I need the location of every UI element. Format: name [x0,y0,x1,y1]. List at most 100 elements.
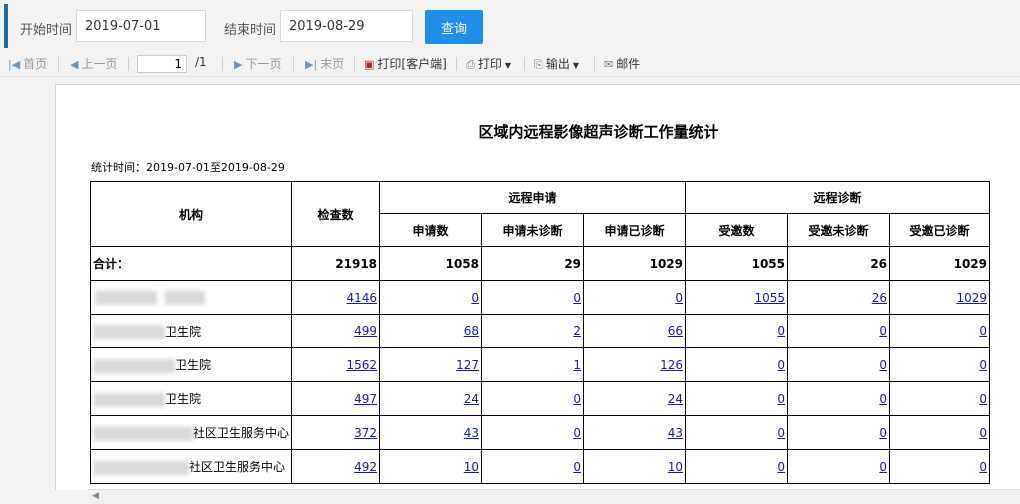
value-cell[interactable]: 499 [291,314,381,348]
page-number-input[interactable] [137,55,187,73]
value-link[interactable]: 0 [675,291,683,305]
export-button[interactable]: ⎘ 输出 ▼ [534,55,579,73]
value-link[interactable]: 0 [979,358,987,372]
value-link[interactable]: 499 [354,324,377,338]
prev-page-button[interactable]: ◀ 上一页 [70,55,117,73]
value-link[interactable]: 0 [573,426,581,440]
value-cell[interactable]: 68 [379,314,483,348]
value-cell[interactable]: 10 [379,449,483,484]
value-cell[interactable]: 0 [787,314,891,348]
value-cell[interactable]: 0 [889,415,991,450]
value-link[interactable]: 24 [668,392,683,406]
value-cell[interactable]: 4146 [291,280,381,315]
start-date-input[interactable] [76,10,206,42]
value-link[interactable]: 0 [879,426,887,440]
value-link[interactable]: 0 [777,392,785,406]
value-link[interactable]: 0 [979,426,987,440]
value-cell[interactable]: 0 [787,449,891,484]
value-cell[interactable]: 0 [889,381,991,416]
value-cell[interactable]: 0 [889,314,991,348]
value-cell[interactable]: 1029 [889,280,991,315]
value-link[interactable]: 497 [354,392,377,406]
value-cell[interactable]: 26 [787,280,891,315]
value-link[interactable]: 372 [354,426,377,440]
value-cell[interactable]: 0 [787,415,891,450]
value-cell[interactable]: 0 [481,280,585,315]
value-cell[interactable]: 0 [685,381,789,416]
value-cell[interactable]: 24 [583,381,687,416]
value-link[interactable]: 0 [777,358,785,372]
print-button[interactable]: ⎙ 打印 ▼ [466,55,511,73]
value-link[interactable]: 1055 [754,291,785,305]
value-link[interactable]: 0 [979,460,987,474]
value-link[interactable]: 0 [573,392,581,406]
value-link[interactable]: 0 [573,460,581,474]
value-link[interactable]: 1 [573,358,581,372]
value-link[interactable]: 0 [573,291,581,305]
value-link[interactable]: 0 [879,392,887,406]
horizontal-scrollbar[interactable]: ◀ [88,489,1020,504]
first-page-button[interactable]: |◀ 首页 [8,55,47,73]
value-link[interactable]: 0 [471,291,479,305]
value-cell[interactable]: 497 [291,381,381,416]
value-link[interactable]: 4146 [346,291,377,305]
value-link[interactable]: 2 [573,324,581,338]
value-cell[interactable]: 0 [787,381,891,416]
value-link[interactable]: 0 [777,460,785,474]
value-link[interactable]: 10 [668,460,683,474]
value-link[interactable]: 43 [668,426,683,440]
scroll-left-icon[interactable]: ◀ [92,491,99,501]
value-cell[interactable]: 10 [583,449,687,484]
mail-button[interactable]: ✉ 邮件 [604,55,640,73]
value-link[interactable]: 24 [464,392,479,406]
value-link[interactable]: 68 [464,324,479,338]
redacted-block [93,426,193,441]
value-link[interactable]: 126 [660,358,683,372]
value-cell[interactable]: 0 [481,449,585,484]
last-page-button[interactable]: ▶| 末页 [305,55,344,73]
value-cell[interactable]: 0 [889,449,991,484]
value-link[interactable]: 0 [879,460,887,474]
value-cell[interactable]: 0 [685,449,789,484]
value-cell[interactable]: 66 [583,314,687,348]
value-link[interactable]: 66 [668,324,683,338]
value-cell[interactable]: 0 [481,381,585,416]
value-link[interactable]: 0 [879,358,887,372]
value-link[interactable]: 492 [354,460,377,474]
value-cell[interactable]: 0 [685,347,789,382]
first-page-label: 首页 [23,57,48,71]
value-cell[interactable]: 0 [889,347,991,382]
value-link[interactable]: 1029 [956,291,987,305]
value-link[interactable]: 0 [777,324,785,338]
value-cell[interactable]: 372 [291,415,381,450]
value-link[interactable]: 0 [979,324,987,338]
value-link[interactable]: 0 [979,392,987,406]
value-cell[interactable]: 0 [787,347,891,382]
value-link[interactable]: 43 [464,426,479,440]
value-cell[interactable]: 2 [481,314,585,348]
print-client-button[interactable]: ▣ 打印[客户端] [364,55,447,73]
value-cell[interactable]: 127 [379,347,483,382]
value-cell[interactable]: 0 [379,280,483,315]
value-link[interactable]: 0 [879,324,887,338]
value-cell[interactable]: 0 [685,415,789,450]
value-link[interactable]: 127 [456,358,479,372]
value-cell[interactable]: 0 [481,415,585,450]
value-cell[interactable]: 1562 [291,347,381,382]
value-link[interactable]: 10 [464,460,479,474]
value-cell[interactable]: 0 [583,280,687,315]
value-cell[interactable]: 24 [379,381,483,416]
value-link[interactable]: 26 [872,291,887,305]
end-date-input[interactable] [280,10,413,42]
value-link[interactable]: 0 [777,426,785,440]
query-button[interactable]: 查询 [425,10,483,44]
value-cell[interactable]: 1055 [685,280,789,315]
value-cell[interactable]: 492 [291,449,381,484]
value-cell[interactable]: 0 [685,314,789,348]
value-cell[interactable]: 43 [379,415,483,450]
value-cell[interactable]: 43 [583,415,687,450]
value-cell[interactable]: 1 [481,347,585,382]
next-page-button[interactable]: ▶ 下一页 [234,55,281,73]
value-link[interactable]: 1562 [346,358,377,372]
value-cell[interactable]: 126 [583,347,687,382]
